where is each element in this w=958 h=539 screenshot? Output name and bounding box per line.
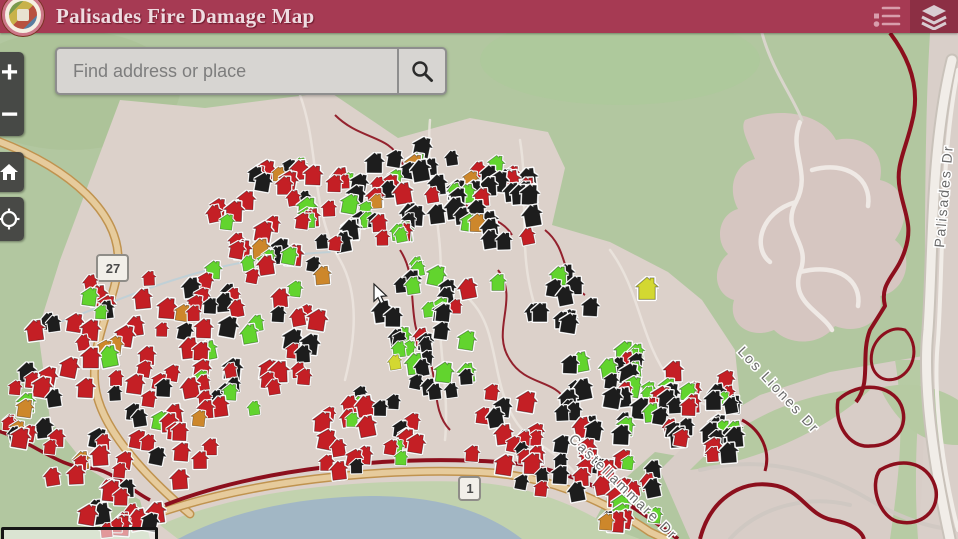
city-seal-artwork: [9, 1, 37, 29]
app-window: 27 1 Los Liones Dr Castellammare Dr Pali…: [0, 0, 958, 539]
zoom-out-button[interactable]: −: [0, 94, 24, 136]
zoom-control: + −: [0, 52, 24, 136]
locate-button[interactable]: [0, 197, 24, 241]
highway-shield-27: 27: [96, 254, 129, 282]
header-bar: Palisades Fire Damage Map: [0, 0, 958, 36]
locate-icon: [0, 208, 19, 230]
search-widget: [55, 47, 447, 95]
scale-bar: [1, 527, 158, 539]
zoom-in-button[interactable]: +: [0, 52, 24, 94]
search-input[interactable]: [57, 49, 397, 93]
legend-icon: [873, 6, 901, 27]
search-button[interactable]: [397, 49, 445, 93]
home-button[interactable]: [0, 152, 24, 192]
svg-text:1: 1: [466, 481, 473, 496]
search-icon: [412, 61, 433, 82]
layers-button[interactable]: [910, 0, 958, 33]
city-seal-logo: [2, 0, 44, 36]
highway-shield-1: 1: [458, 476, 481, 501]
legend-button[interactable]: [866, 0, 910, 33]
home-icon: [0, 164, 18, 180]
svg-text:27: 27: [106, 261, 120, 276]
page-title: Palisades Fire Damage Map: [56, 4, 315, 28]
layers-icon: [921, 4, 947, 30]
